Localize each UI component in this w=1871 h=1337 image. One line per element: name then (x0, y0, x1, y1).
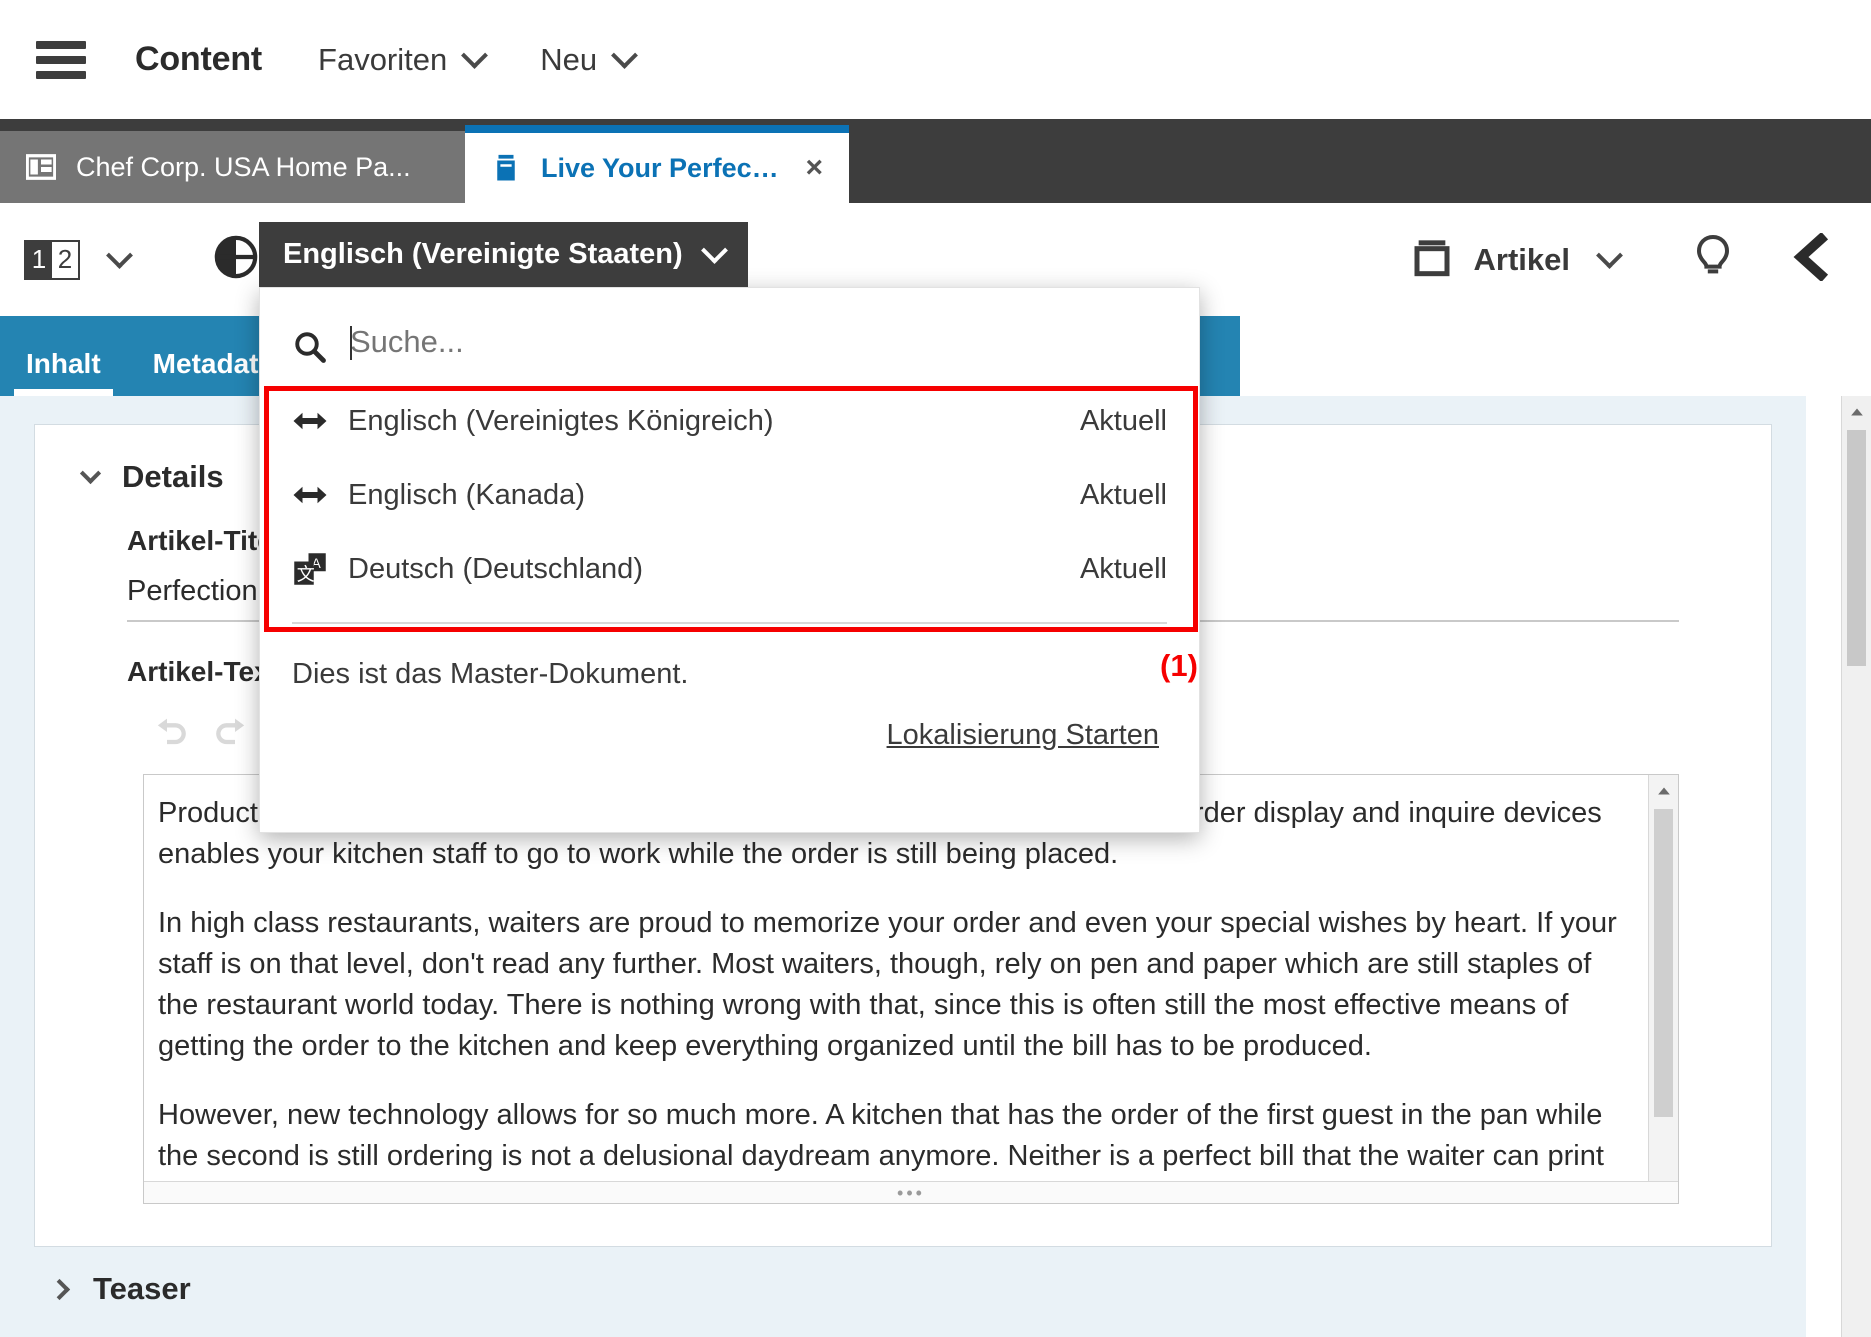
arrows-horizontal-icon (292, 403, 336, 439)
grip-dots-icon: ••• (897, 1184, 925, 1202)
favorites-menu[interactable]: Favoriten (318, 42, 484, 78)
page-layout-icon (26, 152, 56, 182)
rte-paragraph: In high class restaurants, waiters are p… (158, 903, 1632, 1067)
version-chip-icon[interactable]: 1 2 (24, 240, 80, 280)
language-item-label: Englisch (Kanada) (348, 479, 585, 512)
language-item-en-gb[interactable]: Englisch (Vereinigtes Königreich) Aktuel… (260, 384, 1199, 458)
details-section-title: Details (122, 459, 224, 495)
doctype-label: Artikel (1474, 242, 1570, 278)
language-item-state: Aktuell (1080, 479, 1167, 512)
teaser-section-title: Teaser (93, 1271, 191, 1307)
page-title: Content (135, 40, 262, 79)
master-document-note: Dies ist das Master-Dokument. (260, 624, 1199, 691)
chevron-left-icon[interactable] (1789, 233, 1837, 286)
doctype-selector[interactable]: Artikel (1412, 237, 1619, 282)
rte-scrollbar-thumb[interactable] (1654, 809, 1673, 1117)
language-item-de-de[interactable]: A 文 Deutsch (Deutschland) Aktuell (260, 532, 1199, 606)
language-selector-button[interactable]: Englisch (Vereinigte Staaten) (259, 222, 748, 287)
annotation-label: (1) (1160, 648, 1198, 684)
global-header: Content Favoriten Neu (0, 0, 1871, 119)
language-selector-label: Englisch (Vereinigte Staaten) (283, 238, 683, 271)
page-scrollbar-thumb[interactable] (1847, 430, 1866, 666)
chevron-down-icon (1596, 242, 1623, 269)
rte-resize-handle[interactable]: ••• (144, 1181, 1678, 1203)
favorites-menu-label: Favoriten (318, 42, 447, 78)
globe-icon[interactable] (213, 234, 259, 285)
text-cursor (350, 326, 352, 360)
language-item-label: Deutsch (Deutschland) (348, 553, 643, 586)
version-prev-label: 1 (26, 242, 52, 278)
language-item-en-ca[interactable]: Englisch (Kanada) Aktuell (260, 458, 1199, 532)
rich-text-content[interactable]: Productivity ed Technology for a Seamles… (144, 775, 1678, 1204)
chevron-right-icon (49, 1278, 70, 1299)
tab-inhalt[interactable]: Inhalt (0, 348, 127, 396)
chevron-down-icon (611, 42, 638, 69)
document-tab-chef-corp[interactable]: Chef Corp. USA Home Pa... (0, 131, 465, 203)
scroll-up-icon[interactable] (1842, 396, 1871, 428)
chevron-down-icon (461, 42, 488, 69)
chevron-down-icon[interactable] (106, 242, 133, 269)
teaser-section-header[interactable]: Teaser (34, 1241, 1772, 1337)
document-tab-strip: Chef Corp. USA Home Pa... Live Your Perf… (0, 119, 1871, 203)
language-search-row (260, 288, 1199, 374)
scroll-up-icon[interactable] (1649, 775, 1678, 807)
studio-window: Content Favoriten Neu Chef Corp. USA Hom… (0, 0, 1871, 1337)
article-doctype-icon (1412, 237, 1452, 282)
start-localization-row: Lokalisierung Starten (260, 691, 1199, 752)
document-tab-live-your-perfection[interactable]: Live Your Perfection × (465, 125, 849, 203)
close-icon[interactable]: × (805, 153, 823, 183)
rich-text-editor[interactable]: Productivity ed Technology for a Seamles… (143, 774, 1679, 1204)
new-menu[interactable]: Neu (540, 42, 634, 78)
rte-scrollbar[interactable] (1648, 775, 1678, 1203)
document-tab-label: Chef Corp. USA Home Pa... (76, 152, 411, 183)
page-scrollbar[interactable] (1841, 396, 1871, 1337)
language-dropdown-panel: Englisch (Vereinigtes Königreich) Aktuel… (259, 287, 1200, 833)
chevron-down-icon (701, 237, 728, 264)
language-item-state: Aktuell (1080, 553, 1167, 586)
search-input[interactable] (350, 324, 1167, 374)
document-tab-label: Live Your Perfection (541, 153, 787, 184)
lightbulb-icon[interactable] (1689, 233, 1737, 286)
new-menu-label: Neu (540, 42, 597, 78)
hamburger-icon[interactable] (36, 41, 86, 79)
chevron-down-icon (80, 463, 101, 484)
article-icon (491, 153, 521, 183)
language-item-state: Aktuell (1080, 405, 1167, 438)
redo-icon[interactable] (201, 706, 259, 758)
language-item-label: Englisch (Vereinigtes Königreich) (348, 405, 774, 438)
svg-text:文: 文 (297, 564, 315, 584)
undo-icon[interactable] (143, 706, 201, 758)
language-list: Englisch (Vereinigtes Königreich) Aktuel… (260, 384, 1199, 606)
translate-icon: A 文 (292, 551, 336, 587)
search-icon (292, 329, 328, 370)
start-localization-link[interactable]: Lokalisierung Starten (887, 719, 1159, 751)
arrows-horizontal-icon (292, 477, 336, 513)
version-next-label: 2 (52, 242, 78, 278)
